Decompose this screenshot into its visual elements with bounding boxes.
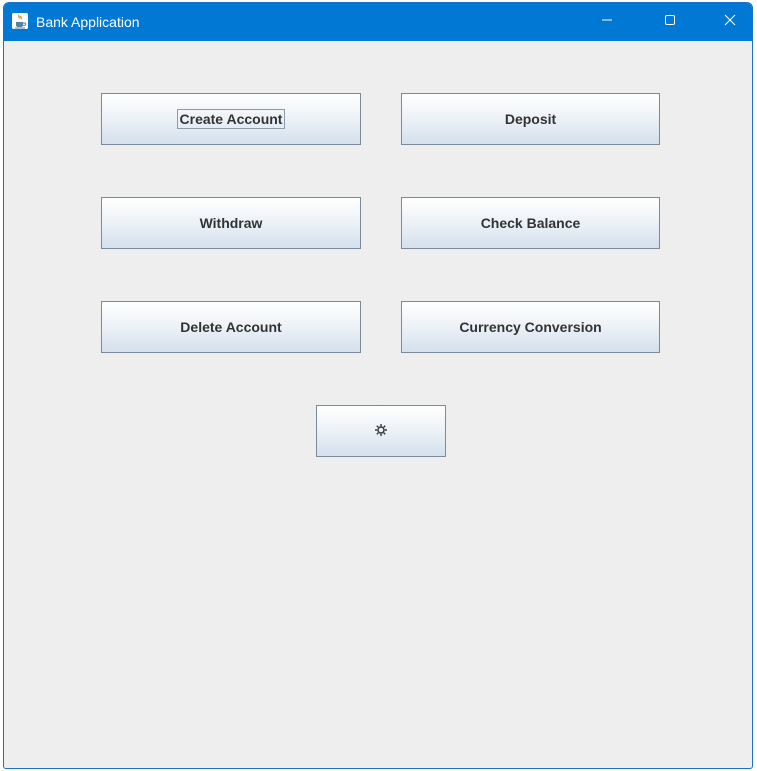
- maximize-icon: [664, 13, 676, 31]
- gear-icon: [374, 423, 388, 440]
- withdraw-label: Withdraw: [199, 215, 263, 231]
- deposit-label: Deposit: [504, 111, 557, 127]
- close-button[interactable]: [707, 3, 752, 41]
- withdraw-button[interactable]: Withdraw: [101, 197, 361, 249]
- check-balance-label: Check Balance: [480, 215, 581, 231]
- deposit-button[interactable]: Deposit: [401, 93, 660, 145]
- window-title: Bank Application: [36, 14, 140, 30]
- title-bar[interactable]: Bank Application: [4, 3, 752, 41]
- app-window: Bank Application Create Account Deposit …: [3, 2, 753, 769]
- maximize-button[interactable]: [647, 3, 693, 41]
- delete-account-button[interactable]: Delete Account: [101, 301, 361, 353]
- settings-button[interactable]: [316, 405, 446, 457]
- check-balance-button[interactable]: Check Balance: [401, 197, 660, 249]
- java-cup-icon: [12, 13, 28, 29]
- close-icon: [724, 13, 736, 31]
- delete-account-label: Delete Account: [180, 319, 282, 335]
- main-panel: Create Account Deposit Withdraw Check Ba…: [4, 41, 752, 768]
- currency-conversion-button[interactable]: Currency Conversion: [401, 301, 660, 353]
- minimize-button[interactable]: [584, 3, 630, 41]
- minimize-icon: [601, 13, 613, 31]
- create-account-label: Create Account: [176, 109, 286, 129]
- create-account-button[interactable]: Create Account: [101, 93, 361, 145]
- currency-conversion-label: Currency Conversion: [459, 319, 602, 335]
